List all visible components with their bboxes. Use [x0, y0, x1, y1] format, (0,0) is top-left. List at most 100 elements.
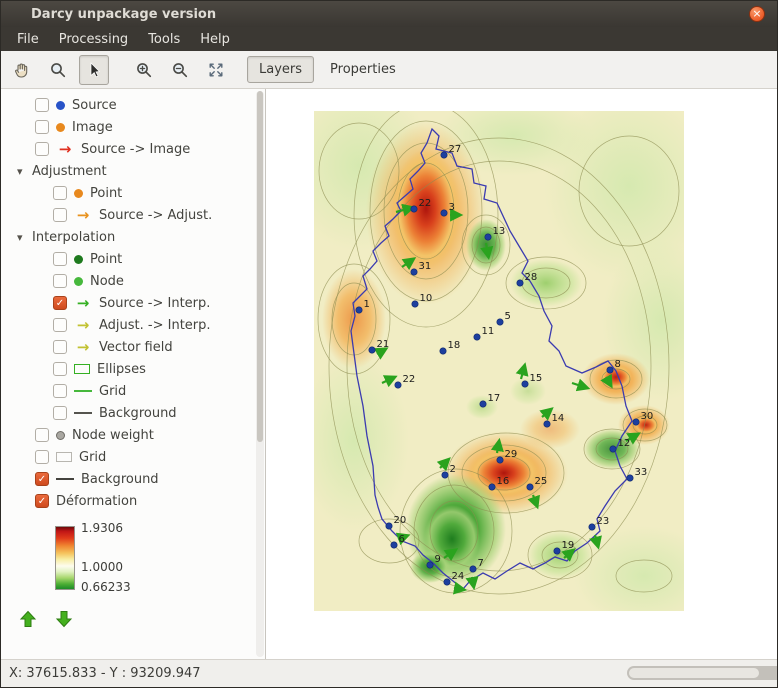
map-point-25[interactable] [527, 484, 533, 490]
zoom-out-button[interactable] [165, 55, 195, 85]
expander-icon[interactable]: ▾ [17, 165, 32, 178]
move-layer-up-button[interactable] [15, 606, 41, 632]
layer-label: Ellipses [97, 362, 146, 377]
tab-layers[interactable]: Layers [247, 56, 314, 83]
pan-hand-button[interactable] [7, 55, 37, 85]
tree-item-node[interactable]: Node [1, 270, 265, 292]
tree-group-interpolation[interactable]: ▾Interpolation [1, 226, 265, 248]
layer-checkbox[interactable] [53, 406, 67, 420]
tree-item-vector-field[interactable]: →Vector field [1, 336, 265, 358]
map-point-30[interactable] [633, 419, 639, 425]
tree-item-source-adjust[interactable]: →Source -> Adjust. [1, 204, 265, 226]
zoom-extent-button[interactable] [201, 55, 231, 85]
map-canvas[interactable]: 2722313312811052111188221517143012292162… [266, 89, 777, 659]
menubar: File Processing Tools Help [1, 27, 777, 51]
map-point-12[interactable] [610, 446, 616, 452]
tree-item-background[interactable]: Background [1, 402, 265, 424]
tree-item-ellipses[interactable]: Ellipses [1, 358, 265, 380]
menu-tools[interactable]: Tools [140, 29, 188, 50]
map-point-16[interactable] [489, 484, 495, 490]
layer-checkbox[interactable] [53, 362, 67, 376]
menu-processing[interactable]: Processing [51, 29, 136, 50]
map-point-7[interactable] [470, 566, 476, 572]
map-point-22[interactable] [411, 206, 417, 212]
tree-item-image[interactable]: Image [1, 116, 265, 138]
tree-item-source-image[interactable]: →Source -> Image [1, 138, 265, 160]
map-point-10[interactable] [412, 301, 418, 307]
select-cursor-button[interactable] [79, 55, 109, 85]
tree-item-point[interactable]: Point [1, 248, 265, 270]
tree-item-point[interactable]: Point [1, 182, 265, 204]
tree-item-d-formation[interactable]: ✓Déformation [1, 490, 265, 512]
map-point-8[interactable] [607, 367, 613, 373]
map-point-9[interactable] [427, 562, 433, 568]
horizontal-scrollbar[interactable] [627, 666, 777, 680]
layer-checkbox[interactable] [35, 120, 49, 134]
map-point-20[interactable] [386, 523, 392, 529]
layer-checkbox[interactable]: ✓ [35, 472, 49, 486]
layer-checkbox[interactable] [35, 98, 49, 112]
move-layer-down-button[interactable] [51, 606, 77, 632]
layer-dot-icon [74, 189, 83, 198]
map-point-3[interactable] [441, 210, 447, 216]
map-point-1[interactable] [356, 307, 362, 313]
layer-checkbox[interactable] [53, 384, 67, 398]
layer-checkbox[interactable] [53, 186, 67, 200]
map-point-33[interactable] [627, 475, 633, 481]
menu-file[interactable]: File [9, 29, 47, 50]
map-point-6[interactable] [391, 542, 397, 548]
map-point-label: 23 [597, 516, 610, 527]
tree-item-grid[interactable]: Grid [1, 380, 265, 402]
map-point-13[interactable] [485, 234, 491, 240]
map-point-5[interactable] [497, 319, 503, 325]
close-button[interactable]: × [749, 6, 765, 22]
map-point-28[interactable] [517, 280, 523, 286]
layer-checkbox[interactable] [35, 142, 49, 156]
layer-checkbox[interactable] [53, 208, 67, 222]
tree-item-node-weight[interactable]: Node weight [1, 424, 265, 446]
map-point-18[interactable] [440, 348, 446, 354]
deformation-legend: 1.9306 1.0000 0.66233 [55, 522, 205, 594]
deformation-map[interactable]: 2722313312811052111188221517143012292162… [314, 111, 684, 611]
layer-checkbox[interactable] [35, 428, 49, 442]
layer-checkbox[interactable] [53, 340, 67, 354]
tab-properties[interactable]: Properties [318, 56, 408, 83]
map-point-22[interactable] [395, 382, 401, 388]
layer-checkbox[interactable]: ✓ [35, 494, 49, 508]
map-point-31[interactable] [411, 269, 417, 275]
map-point-23[interactable] [589, 524, 595, 530]
layer-checkbox[interactable]: ✓ [53, 296, 67, 310]
tree-item-grid[interactable]: Grid [1, 446, 265, 468]
layer-checkbox[interactable] [53, 318, 67, 332]
horizontal-scrollbar-handle[interactable] [629, 668, 759, 678]
map-point-27[interactable] [441, 152, 447, 158]
zoom-in-button[interactable] [129, 55, 159, 85]
map-point-14[interactable] [544, 421, 550, 427]
layer-checkbox[interactable] [35, 450, 49, 464]
layer-checkbox[interactable] [53, 252, 67, 266]
map-point-21[interactable] [369, 347, 375, 353]
map-point-11[interactable] [474, 334, 480, 340]
tree-item-background[interactable]: ✓Background [1, 468, 265, 490]
expander-icon[interactable]: ▾ [17, 231, 32, 244]
tree-item-source[interactable]: Source [1, 94, 265, 116]
map-point-19[interactable] [554, 548, 560, 554]
map-point-17[interactable] [480, 401, 486, 407]
layer-checkbox[interactable] [53, 274, 67, 288]
map-point-label: 1 [364, 299, 370, 310]
layer-label: Image [72, 120, 113, 135]
menu-help[interactable]: Help [192, 29, 238, 50]
tree-item-source-interp[interactable]: ✓→Source -> Interp. [1, 292, 265, 314]
zoom-button[interactable] [43, 55, 73, 85]
map-point-29[interactable] [497, 457, 503, 463]
layer-dot-icon [74, 277, 83, 286]
map-point-24[interactable] [444, 579, 450, 585]
map-point-label: 8 [615, 359, 621, 370]
map-point-2[interactable] [442, 472, 448, 478]
tree-item-adjust-interp[interactable]: →Adjust. -> Interp. [1, 314, 265, 336]
map-point-15[interactable] [522, 381, 528, 387]
layer-rect-icon [74, 364, 90, 374]
tree-group-adjustment[interactable]: ▾Adjustment [1, 160, 265, 182]
panel-vertical-scrollbar[interactable] [256, 91, 264, 657]
panel-scrollbar-handle[interactable] [257, 91, 263, 442]
